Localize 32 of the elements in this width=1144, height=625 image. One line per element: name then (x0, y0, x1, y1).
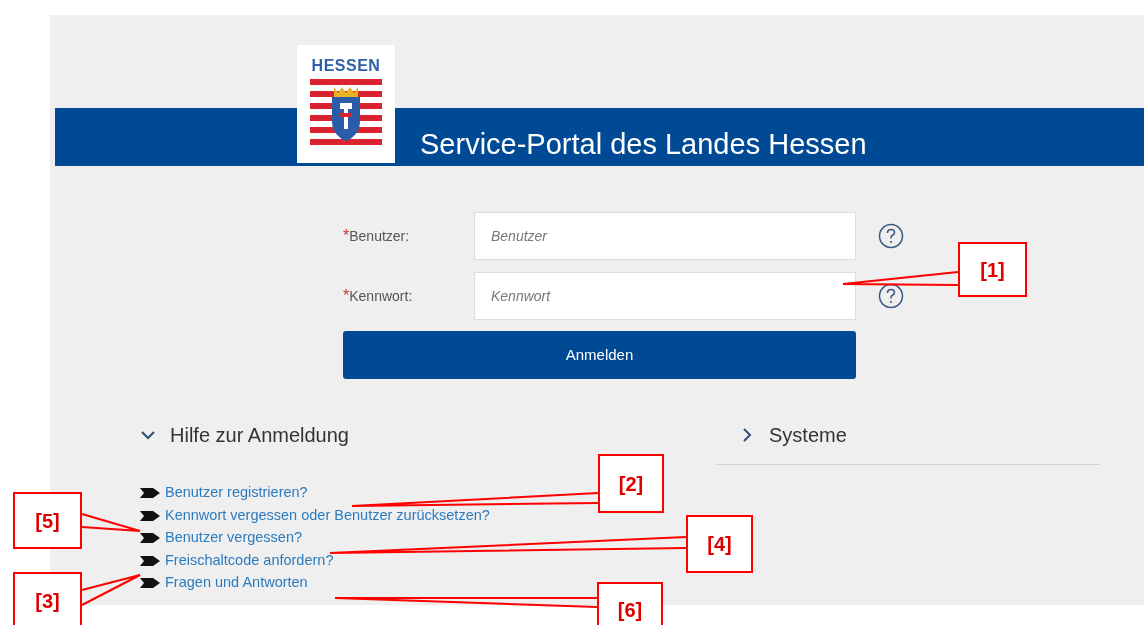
field-label: Benutzer: (349, 226, 410, 246)
arrow-bullet-icon (140, 488, 160, 499)
accordion-header[interactable]: Hilfe zur Anmeldung (140, 420, 349, 450)
help-icon[interactable] (878, 283, 904, 309)
arrow-bullet-icon (140, 578, 160, 589)
help-link[interactable]: Freischaltcode anfordern? (165, 549, 334, 572)
leader-line (81, 513, 141, 532)
help-icon[interactable] (878, 223, 904, 249)
help-link[interactable]: Fragen und Antworten (165, 572, 308, 595)
callout-label: [4] (686, 515, 753, 573)
field-label: Kennwort: (349, 286, 413, 306)
required-mark: * (343, 226, 350, 246)
required-mark: * (343, 286, 350, 306)
help-link[interactable]: Benutzer registrieren? (165, 482, 308, 505)
coat-of-arms-icon (310, 79, 382, 147)
callout-label: [3] (13, 572, 82, 625)
callout-label: [6] (597, 582, 663, 625)
logo-text: HESSEN (311, 57, 381, 75)
help-link[interactable]: Benutzer vergessen? (165, 527, 303, 550)
help-link[interactable]: Kennwort vergessen oder Benutzer zurücksetzen? (165, 504, 490, 527)
accordion-header[interactable]: Systeme (739, 420, 847, 450)
input-field[interactable]: Benutzer (474, 212, 856, 260)
arrow-bullet-icon (140, 533, 160, 544)
input-field[interactable]: Kennwort (474, 272, 856, 320)
leader-line (81, 574, 141, 606)
callout-label: [1] (958, 242, 1027, 297)
arrow-bullet-icon (140, 555, 160, 566)
callout-label: [2] (598, 454, 664, 513)
portal-title: Service-Portal des Landes Hessen (420, 127, 867, 161)
callout-label: [5] (13, 492, 82, 549)
arrow-bullet-icon (140, 510, 160, 521)
login-button[interactable]: Anmelden (343, 331, 856, 379)
